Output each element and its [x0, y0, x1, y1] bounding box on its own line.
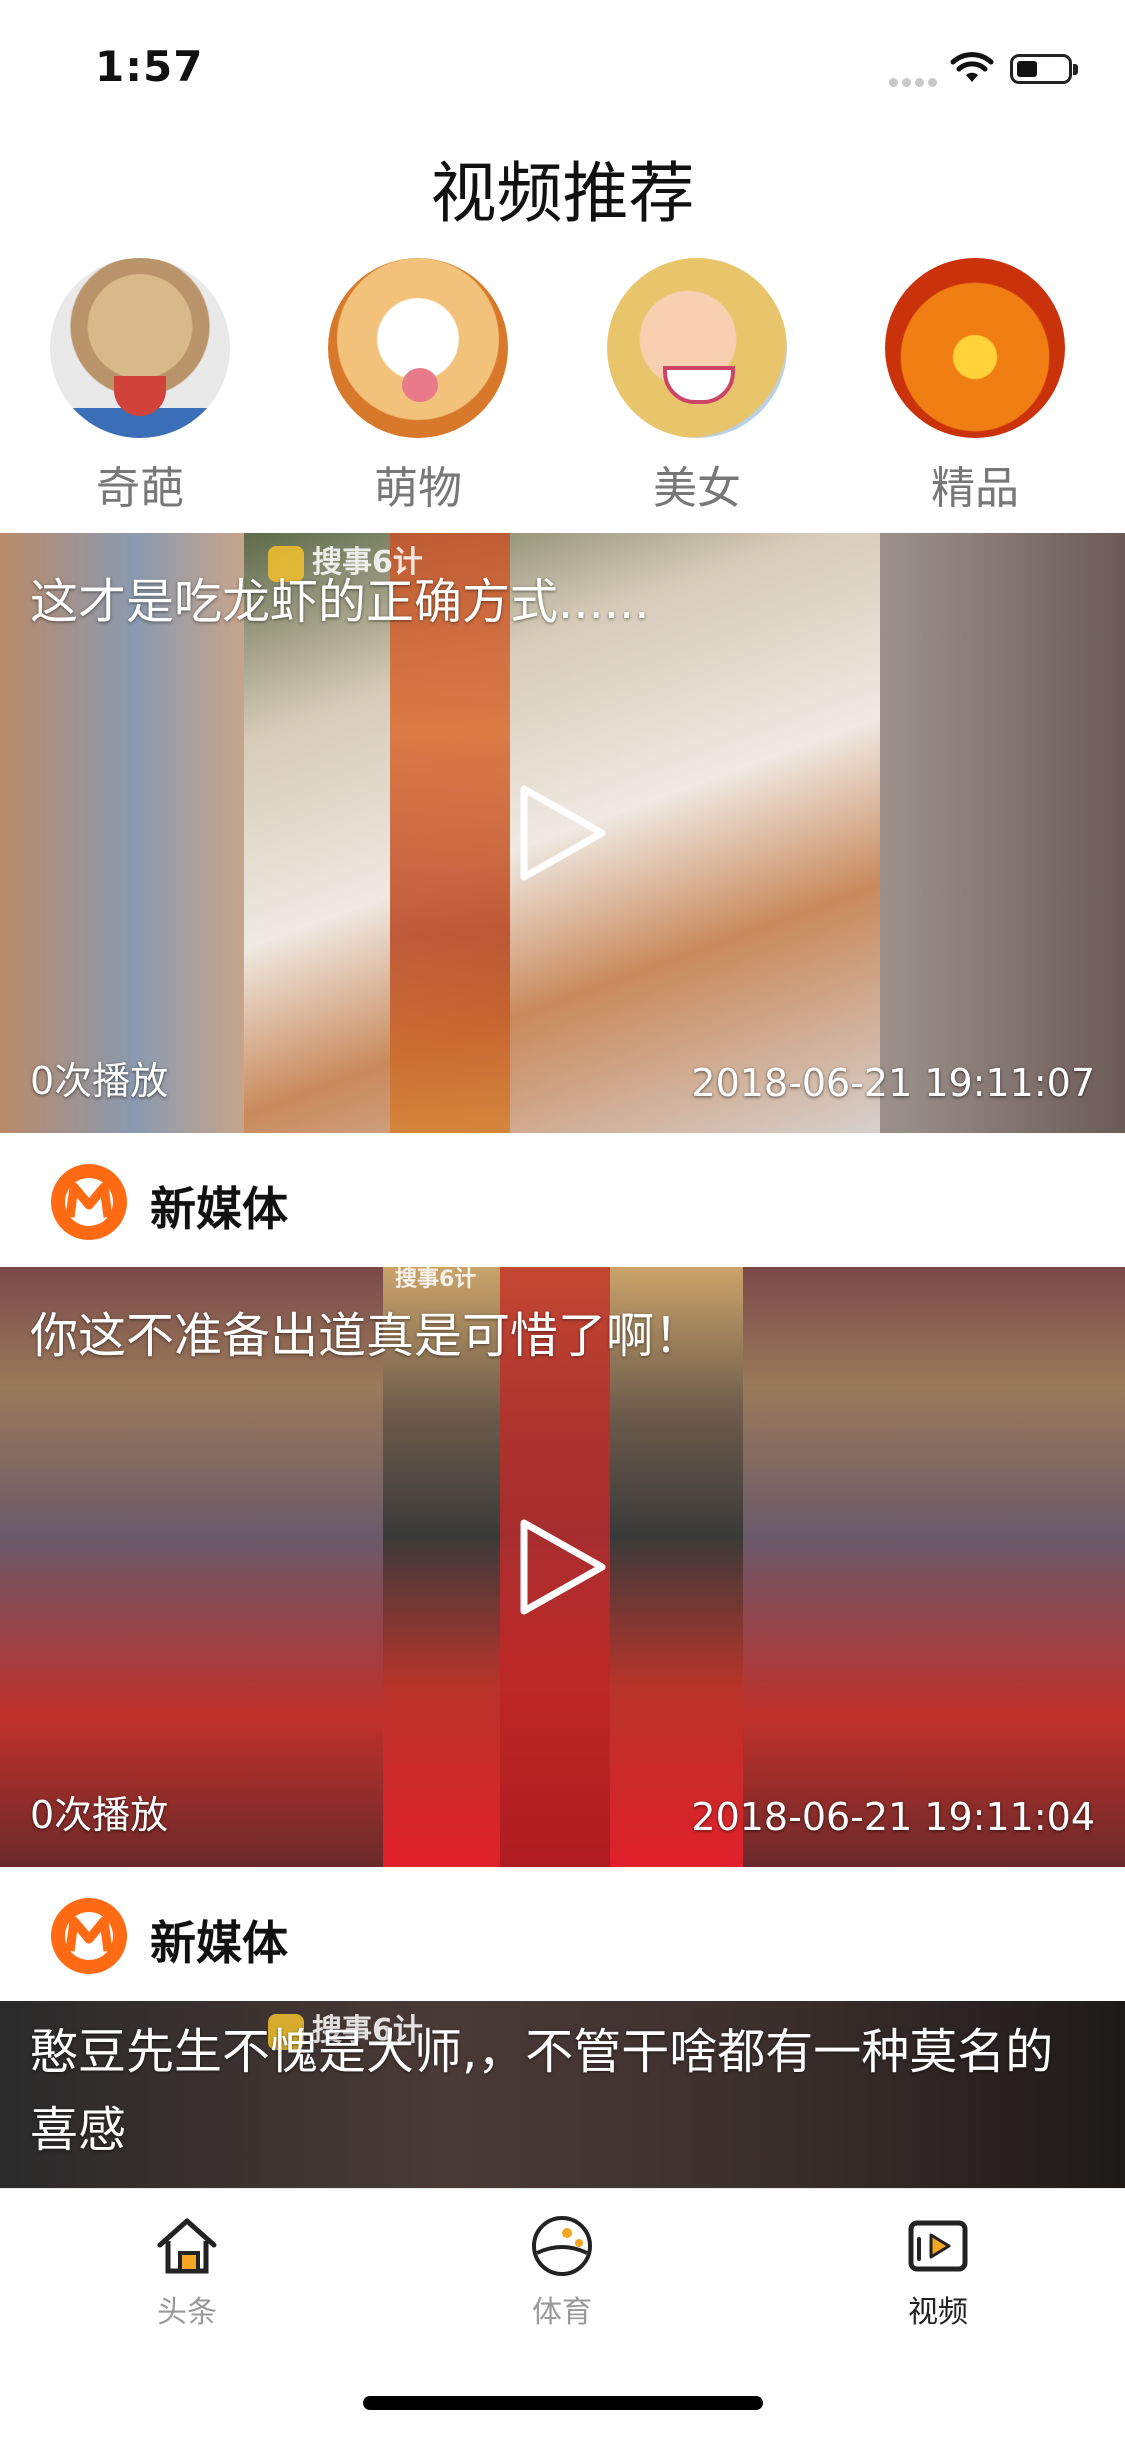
video-source[interactable]: 新媒体 [0, 1133, 1125, 1267]
video-timestamp: 2018-06-21 19:11:04 [691, 1795, 1095, 1839]
cute-animal-category-image [328, 258, 508, 438]
tab-headlines[interactable]: 头条 [87, 2211, 287, 2331]
play-count: 0次播放 [30, 1793, 169, 1837]
video-timestamp: 2018-06-21 19:11:07 [691, 1061, 1095, 1105]
video-play-icon [908, 2220, 968, 2272]
sports-ball-icon [532, 2216, 592, 2276]
video-player[interactable]: 搜事6计 憨豆先生不愧是大师,，不管干啥都有一种莫名的喜感 [0, 2001, 1125, 2188]
tab-sports[interactable]: 体育 [462, 2211, 662, 2331]
category-row: 奇葩 萌物 美女 精品 [0, 258, 1125, 518]
tab-label: 视频 [908, 2295, 968, 2330]
video-card: 搜事6计 你这不准备出道真是可惜了啊！ 0次播放 2018-06-21 19:1… [0, 1267, 1125, 2001]
category-label: 美女 [653, 463, 741, 514]
video-title: 你这不准备出道真是可惜了啊！ [30, 1308, 703, 1364]
category-label: 奇葩 [96, 463, 184, 514]
mango-tv-logo-icon [51, 1898, 127, 1974]
category-item-weird[interactable]: 奇葩 [40, 258, 240, 516]
home-indicator[interactable] [363, 2396, 763, 2410]
home-icon [157, 2218, 217, 2274]
video-player[interactable]: 搜事6计 这才是吃龙虾的正确方式...... 0次播放 2018-06-21 1… [0, 533, 1125, 1133]
beauty-category-image [607, 258, 787, 438]
tab-video[interactable]: 视频 [838, 2211, 1038, 2331]
video-title: 这才是吃龙虾的正确方式...... [30, 574, 650, 630]
play-icon[interactable] [518, 783, 608, 883]
category-label: 精品 [931, 463, 1019, 514]
mango-tv-logo-icon [51, 1164, 127, 1240]
wifi-icon [950, 52, 994, 82]
play-icon[interactable] [518, 1517, 608, 1617]
video-card: 搜事6计 憨豆先生不愧是大师,，不管干啥都有一种莫名的喜感 [0, 2001, 1125, 2188]
video-source[interactable]: 新媒体 [0, 1867, 1125, 2001]
status-bar: 1:57 [0, 0, 1125, 130]
featured-category-image [885, 258, 1065, 438]
source-name: 新媒体 [150, 1916, 288, 1970]
category-label: 萌物 [374, 463, 462, 514]
watermark-logo: 搜事6计 [395, 1267, 477, 1292]
play-count: 0次播放 [30, 1059, 169, 1103]
video-title: 憨豆先生不愧是大师,，不管干啥都有一种莫名的喜感 [30, 2024, 1054, 2158]
category-item-beauty[interactable]: 美女 [597, 258, 797, 516]
video-player[interactable]: 搜事6计 你这不准备出道真是可惜了啊！ 0次播放 2018-06-21 19:1… [0, 1267, 1125, 1867]
video-card: 搜事6计 这才是吃龙虾的正确方式...... 0次播放 2018-06-21 1… [0, 533, 1125, 1267]
status-time: 1:57 [95, 42, 204, 91]
weird-category-image [50, 258, 230, 438]
category-item-featured[interactable]: 精品 [875, 258, 1075, 516]
battery-icon [1010, 54, 1078, 84]
tab-label: 体育 [532, 2295, 592, 2330]
page-title: 视频推荐 [430, 155, 695, 232]
source-name: 新媒体 [150, 1182, 288, 1236]
signal-icon [885, 72, 937, 91]
category-item-cute[interactable]: 萌物 [318, 258, 518, 516]
tab-label: 头条 [157, 2295, 217, 2330]
